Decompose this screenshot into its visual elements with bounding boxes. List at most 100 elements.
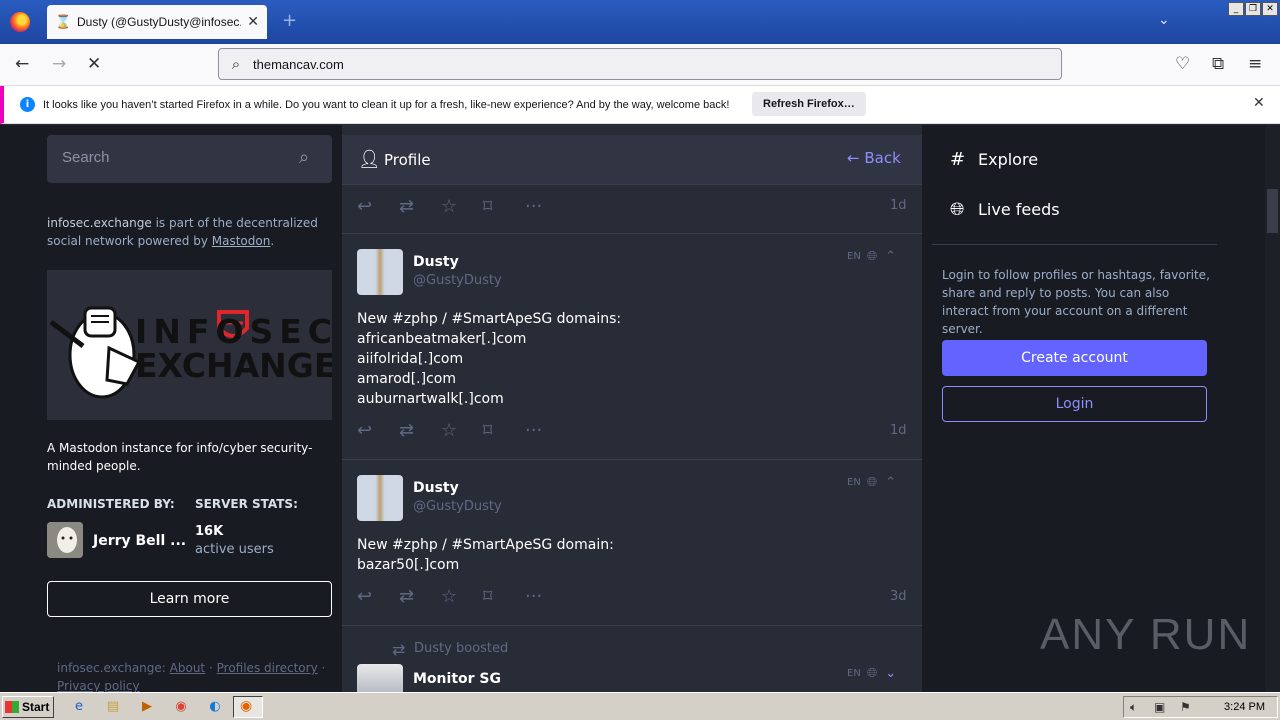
status-avatar[interactable] (357, 475, 403, 521)
explore-link[interactable]: # Explore (950, 149, 1038, 170)
new-tab-button[interactable]: + (282, 10, 297, 31)
status-item: Dusty @GustyDusty EN 🌐︎ ⌃ New #zphp / #S… (342, 234, 922, 460)
notification-message: It looks like you haven’t started Firefo… (43, 98, 730, 111)
browser-tab[interactable]: ⌛ Dusty (@GustyDusty@infosec.exchange) ✕ (47, 5, 267, 39)
status-handle[interactable]: @GustyDusty (413, 499, 502, 514)
favourite-icon[interactable]: ☆ (441, 420, 483, 441)
globe-icon: 🌐︎ (950, 199, 965, 220)
list-all-tabs-icon[interactable]: ⌄ (1158, 12, 1170, 28)
ie-icon[interactable]: e (68, 697, 90, 717)
restore-button[interactable]: ❐ (1245, 2, 1261, 16)
search-icon[interactable]: ⌕ (299, 147, 309, 168)
footer-privacy-link[interactable]: Privacy policy (57, 679, 140, 692)
url-bar[interactable]: ⌕ (218, 48, 1062, 80)
more-icon[interactable]: ··· (525, 420, 567, 441)
mastodon-link[interactable]: Mastodon (212, 234, 271, 248)
network-icon[interactable]: ▣ (1154, 700, 1165, 714)
boost-icon[interactable]: ⇄ (399, 420, 441, 441)
boost-icon[interactable]: ⇄ (399, 196, 441, 217)
boosted-by-label[interactable]: Dusty boosted (414, 641, 508, 656)
media-player-icon[interactable]: ▶ (136, 697, 158, 717)
chrome-icon[interactable]: ◉ (170, 697, 192, 717)
reply-icon[interactable]: ↩ (357, 420, 399, 441)
back-button[interactable]: ← Back (847, 149, 901, 167)
status-display-name[interactable]: Monitor SG (413, 671, 501, 687)
create-account-button[interactable]: Create account (942, 340, 1207, 376)
start-button[interactable]: Start (2, 696, 54, 718)
search-box[interactable]: ⌕ (47, 135, 332, 183)
learn-more-button[interactable]: Learn more (47, 581, 332, 617)
more-icon[interactable]: ··· (525, 196, 567, 217)
active-users-count: 16K (195, 524, 224, 539)
globe-icon: 🌐︎ (866, 666, 878, 681)
admin-name[interactable]: Jerry Bell ... (93, 533, 186, 549)
refresh-notification-bar: i It looks like you haven’t started Fire… (0, 86, 1280, 124)
minimize-button[interactable]: _ (1228, 2, 1244, 16)
refresh-firefox-button[interactable]: Refresh Firefox… (752, 92, 866, 116)
reply-icon[interactable]: ↩ (357, 586, 399, 607)
windows-flag-icon (5, 701, 19, 713)
chevron-up-icon[interactable]: ⌃ (885, 475, 896, 490)
status-avatar[interactable] (357, 664, 403, 692)
folder-icon[interactable]: ▤ (102, 697, 124, 717)
live-feeds-link[interactable]: 🌐︎ Live feeds (950, 199, 1060, 220)
status-time[interactable]: 3d (890, 589, 907, 604)
bookmark-icon[interactable]: ⌑ (483, 196, 525, 217)
edge-icon[interactable]: ◐ (204, 697, 226, 717)
globe-icon: 🌐︎ (866, 475, 878, 490)
search-input[interactable] (62, 149, 292, 166)
status-time[interactable]: 1d (890, 198, 907, 213)
action-center-flag-icon[interactable]: ⚑ (1180, 700, 1191, 714)
favourite-icon[interactable]: ☆ (441, 586, 483, 607)
scrollbar-thumb[interactable] (1267, 189, 1278, 233)
stop-loading-icon[interactable]: ✕ (87, 54, 101, 74)
status-display-name[interactable]: Dusty (413, 480, 459, 496)
profile-column: 👤︎ Profile ← Back ↩ ⇄ ☆ ⌑ ··· 1d Dusty @… (342, 125, 922, 692)
firefox-logo-icon[interactable] (10, 12, 30, 32)
forward-arrow-icon[interactable]: → (52, 54, 66, 74)
extensions-icon[interactable]: ⧉ (1212, 54, 1224, 74)
status-content: New #zphp / #SmartApeSG domain: bazar50[… (357, 537, 614, 573)
column-header: 👤︎ Profile ← Back (342, 135, 922, 185)
url-input[interactable] (253, 56, 1033, 72)
llama-avatar-icon (47, 522, 83, 558)
more-icon[interactable]: ··· (525, 586, 567, 607)
anyrun-watermark: ANY RUN (1040, 610, 1252, 659)
close-window-button[interactable]: ✕ (1262, 2, 1278, 16)
administered-by-heading: ADMINISTERED BY: (47, 497, 175, 511)
login-button[interactable]: Login (942, 386, 1207, 422)
reply-icon[interactable]: ↩ (357, 196, 399, 217)
volume-icon[interactable]: 🔈︎ (1130, 700, 1137, 715)
bookmark-icon[interactable]: ⌑ (483, 420, 525, 441)
page-scrollbar[interactable] (1265, 125, 1280, 692)
footer-profiles-link[interactable]: Profiles directory (217, 661, 318, 675)
status-item: ⇄ Dusty boosted Monitor SG EN 🌐︎ ⌄ (342, 626, 922, 692)
active-users-label: active users (195, 542, 274, 557)
language-badge: EN (847, 251, 861, 262)
status-time[interactable]: 1d (890, 423, 907, 438)
firefox-taskbar-button[interactable]: ◉ (233, 696, 263, 718)
signin-prompt: Login to follow profiles or hashtags, fa… (942, 268, 1210, 336)
language-badge: EN (847, 668, 861, 679)
divider (932, 244, 1217, 245)
bookmark-icon[interactable]: ⌑ (483, 586, 525, 607)
favourite-icon[interactable]: ☆ (441, 196, 483, 217)
server-banner: INFOSEC EXCHANGE (47, 270, 332, 420)
status-display-name[interactable]: Dusty (413, 254, 459, 270)
tab-close-icon[interactable]: ✕ (247, 14, 259, 30)
footer-about-link[interactable]: About (170, 661, 205, 675)
status-handle[interactable]: @GustyDusty (413, 273, 502, 288)
boost-icon[interactable]: ⇄ (399, 586, 441, 607)
notification-close-icon[interactable]: ✕ (1253, 95, 1265, 111)
chevron-up-icon[interactable]: ⌃ (885, 249, 896, 264)
admin-avatar[interactable] (47, 522, 83, 558)
tab-title: Dusty (@GustyDusty@infosec.exchange) (77, 15, 241, 29)
status-avatar[interactable] (357, 249, 403, 295)
server-stats-heading: SERVER STATS: (195, 497, 298, 511)
server-about-text: infosec.exchange is part of the decentra… (47, 216, 318, 248)
menu-icon[interactable]: ≡ (1248, 54, 1262, 74)
chevron-down-icon[interactable]: ⌄ (885, 666, 896, 681)
back-arrow-icon[interactable]: ← (15, 54, 29, 74)
pocket-icon[interactable]: ♡ (1175, 54, 1190, 74)
taskbar-clock[interactable]: 3:24 PM (1224, 701, 1265, 713)
